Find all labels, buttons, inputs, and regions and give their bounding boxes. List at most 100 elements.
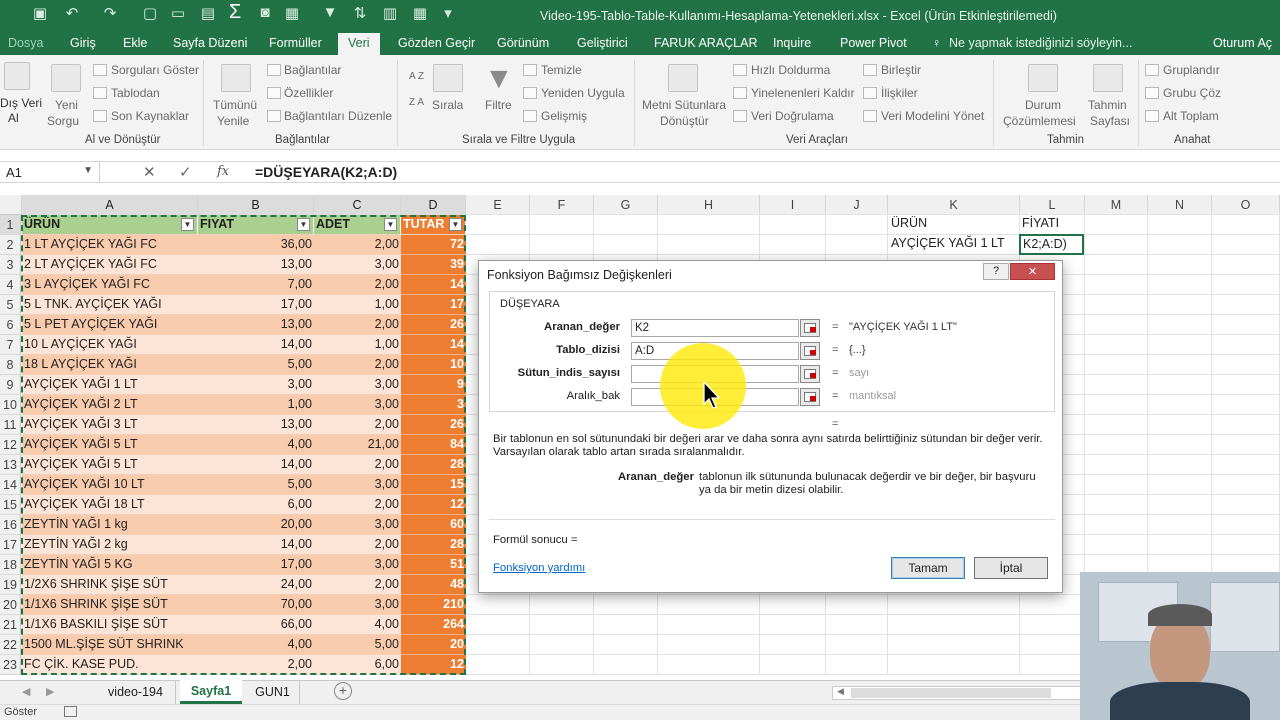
sorgulari-goster-button[interactable]: Sorguları Göster	[111, 63, 199, 77]
prev-sheet-icon[interactable]: ◀	[22, 685, 30, 698]
table-cell[interactable]: 70,00	[198, 595, 314, 615]
table-cell[interactable]: 51	[401, 555, 466, 575]
table-cell[interactable]: 3 L AYÇİÇEK YAĞI FC	[22, 275, 198, 295]
birlestir-button[interactable]: Birleştir	[881, 63, 921, 77]
table-cell[interactable]: 17	[401, 295, 466, 315]
table-cell[interactable]: 2,00	[314, 535, 401, 555]
table-cell[interactable]: 3,00	[314, 255, 401, 275]
table-cell[interactable]: AYÇİÇEK YAĞI 18 LT	[22, 495, 198, 515]
tab-inquire[interactable]: Inquire	[773, 36, 811, 50]
cell-l2-editing[interactable]: K2;A:D)	[1019, 234, 1084, 255]
table-cell[interactable]: 2,00	[314, 575, 401, 595]
tab-faruk-araclar[interactable]: FARUK ARAÇLAR	[654, 36, 758, 50]
filter-dropdown-icon[interactable]: ▼	[181, 218, 194, 231]
table-cell[interactable]: 3,00	[314, 395, 401, 415]
table-cell[interactable]: 14,00	[198, 455, 314, 475]
range-select-icon[interactable]	[800, 388, 820, 406]
table-cell[interactable]: 6,00	[314, 655, 401, 675]
row-header[interactable]: 2	[0, 235, 21, 255]
row-header[interactable]: 8	[0, 355, 21, 375]
table-cell[interactable]: 15	[401, 475, 466, 495]
son-kaynaklar-button[interactable]: Son Kaynaklar	[111, 109, 189, 123]
tab-power-pivot[interactable]: Power Pivot	[840, 36, 907, 50]
add-sheet-icon[interactable]: +	[334, 682, 352, 700]
durum-label[interactable]: Durum	[1025, 98, 1061, 112]
row-header[interactable]: 5	[0, 295, 21, 315]
table-cell[interactable]: 13,00	[198, 255, 314, 275]
chart-icon[interactable]: ▦	[282, 4, 302, 22]
ok-button[interactable]: Tamam	[891, 557, 965, 579]
tab-formuller[interactable]: Formüller	[269, 36, 322, 50]
column-header-h[interactable]: H	[658, 195, 760, 215]
table-cell[interactable]: 3,00	[314, 555, 401, 575]
new-query-icon[interactable]	[51, 64, 81, 92]
row-header[interactable]: 19	[0, 575, 21, 595]
table-cell[interactable]: 2,00	[314, 275, 401, 295]
table-cell[interactable]: 1 LT AYÇİÇEK YAĞI FC	[22, 235, 198, 255]
table-cell[interactable]: 66,00	[198, 615, 314, 635]
table-cell[interactable]: 7,00	[198, 275, 314, 295]
scroll-left-icon[interactable]: ◀	[837, 686, 844, 697]
filter-dropdown-icon[interactable]: ▼	[297, 218, 310, 231]
column-header-k[interactable]: K	[888, 195, 1020, 215]
table-icon[interactable]: ▥	[380, 4, 400, 22]
tablodan-button[interactable]: Tablodan	[111, 86, 160, 100]
table-cell[interactable]: 2,00	[314, 415, 401, 435]
table-cell[interactable]: 12	[401, 655, 466, 675]
name-box[interactable]: A1 ▼	[0, 162, 100, 183]
table-cell[interactable]: 20	[401, 635, 466, 655]
table-cell[interactable]: 2,00	[314, 315, 401, 335]
yeni-label[interactable]: Yeni	[55, 98, 78, 112]
row-header[interactable]: 20	[0, 595, 21, 615]
row-header[interactable]: 7	[0, 335, 21, 355]
row-header[interactable]: 15	[0, 495, 21, 515]
column-header-e[interactable]: E	[466, 195, 530, 215]
row-header[interactable]: 22	[0, 635, 21, 655]
column-header-j[interactable]: J	[826, 195, 888, 215]
row-header[interactable]: 9	[0, 375, 21, 395]
table-cell[interactable]: 13,00	[198, 415, 314, 435]
table-cell[interactable]: 3,00	[314, 475, 401, 495]
yinelenenleri-kaldir-button[interactable]: Yinelenenleri Kaldır	[751, 86, 855, 100]
table-cell[interactable]: 12	[401, 495, 466, 515]
sheet-tab-video-194[interactable]: video-194	[96, 681, 176, 704]
sort-icon[interactable]: ⇅	[350, 4, 370, 22]
formula-input[interactable]: =DÜŞEYARA(K2;A:D)	[255, 164, 397, 180]
table-cell[interactable]: 39	[401, 255, 466, 275]
temizle-button[interactable]: Temizle	[541, 63, 582, 77]
table-cell[interactable]: 28	[401, 455, 466, 475]
table-cell[interactable]: 2,00	[314, 455, 401, 475]
table-cell[interactable]: ZEYTİN YAĞI 2 kg	[22, 535, 198, 555]
sheet-tab-gun1[interactable]: GUN1	[246, 681, 300, 704]
camera-icon[interactable]: ◙	[255, 4, 275, 21]
undo-icon[interactable]: ↶	[62, 4, 82, 22]
row-header[interactable]: 10	[0, 395, 21, 415]
dis-veri-label[interactable]: Dış Veri	[0, 96, 42, 110]
table-cell[interactable]: 1/1X6 SHRINK ŞİŞE SÜT	[22, 595, 198, 615]
cozumlemesi-label[interactable]: Çözümlemesi	[1003, 114, 1076, 128]
table-header-cell[interactable]: TUTAR ▼	[401, 215, 466, 235]
baglantilari-duzenle-button[interactable]: Bağlantıları Düzenle	[284, 109, 392, 123]
sayfasi-label[interactable]: Sayfası	[1090, 114, 1130, 128]
open-file-icon[interactable]: ▭	[168, 4, 188, 22]
table-cell[interactable]: 5,00	[198, 475, 314, 495]
forecast-sheet-icon[interactable]	[1093, 64, 1123, 92]
table-cell[interactable]: AYÇİÇEK YAĞI 10 LT	[22, 475, 198, 495]
tahmin-label[interactable]: Tahmin	[1088, 98, 1127, 112]
table-cell[interactable]: ZEYTİN YAĞI 5 KG	[22, 555, 198, 575]
row-header[interactable]: 18	[0, 555, 21, 575]
table-cell[interactable]: 10	[401, 355, 466, 375]
tab-gozden-gecir[interactable]: Gözden Geçir	[398, 36, 475, 50]
row-header[interactable]: 6	[0, 315, 21, 335]
cancel-icon[interactable]: ✕	[143, 163, 156, 181]
select-all-corner[interactable]	[0, 195, 22, 215]
chevron-down-icon[interactable]: ▼	[83, 165, 93, 176]
iliskiler-button[interactable]: İlişkiler	[881, 86, 918, 100]
table-cell[interactable]: 2,00	[198, 655, 314, 675]
print-icon[interactable]: ▤	[198, 4, 218, 22]
row-header[interactable]: 12	[0, 435, 21, 455]
table-cell[interactable]: 1500 ML.ŞİŞE SÜT SHRINK	[22, 635, 198, 655]
tab-veri[interactable]: Veri	[338, 33, 380, 55]
help-icon[interactable]: ?	[983, 263, 1009, 280]
table-cell[interactable]: 4,00	[314, 615, 401, 635]
